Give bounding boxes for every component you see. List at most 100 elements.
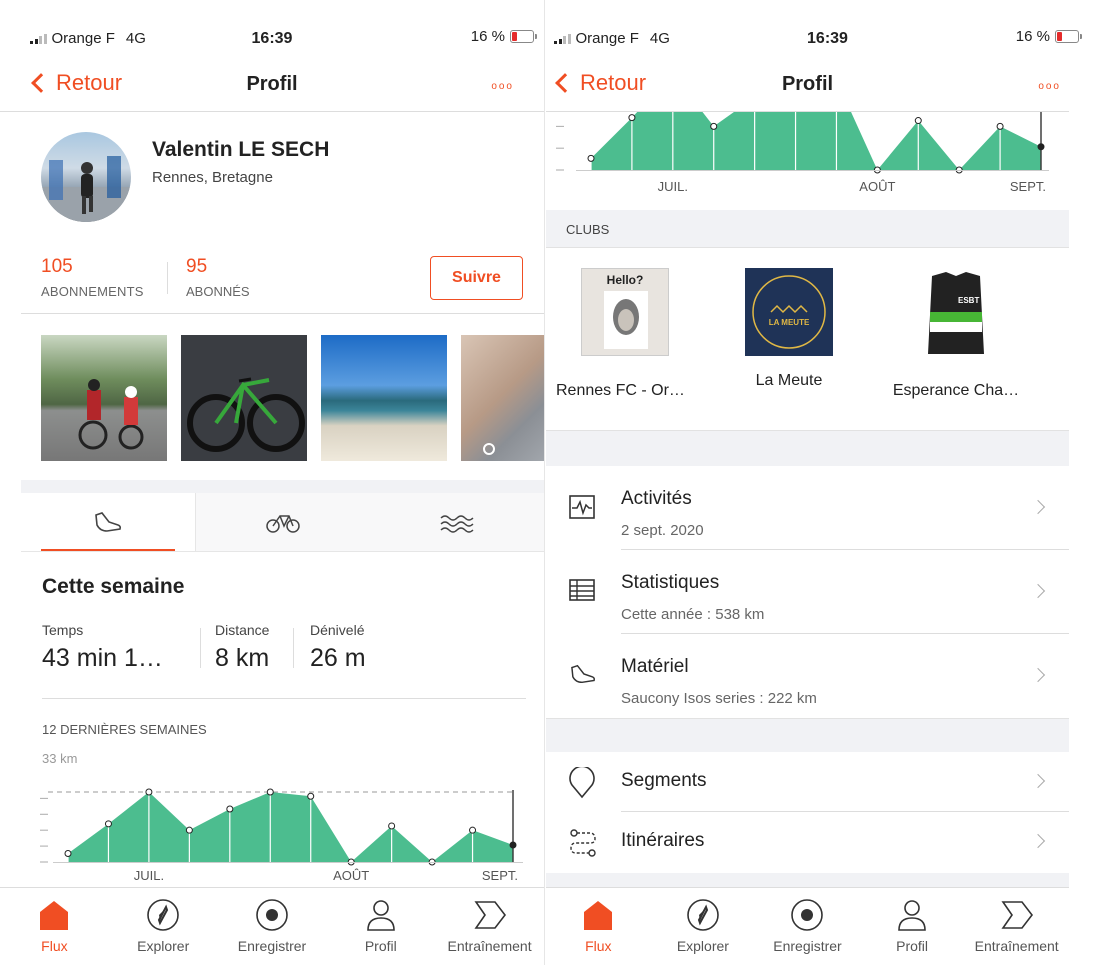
photo-collage[interactable]: [461, 335, 544, 461]
week-point[interactable]: [628, 114, 636, 122]
week-point[interactable]: [145, 788, 153, 796]
tab-enregistrer[interactable]: Enregistrer: [218, 888, 327, 965]
photo-cyclists[interactable]: [41, 335, 167, 461]
stat-time: Temps 43 min 1…: [42, 622, 163, 673]
tab-bike[interactable]: [196, 493, 370, 551]
club-logo-text: ESBT: [958, 296, 980, 305]
menu-item-statistiques[interactable]: Statistiques Cette année : 538 km: [546, 550, 1069, 634]
followers-stat[interactable]: 95 ABONNÉS: [186, 256, 250, 299]
tab-explorer[interactable]: Explorer: [109, 888, 218, 965]
chevron-right-icon: [1030, 667, 1046, 683]
battery-percent: 16 %: [1015, 28, 1050, 45]
week-point[interactable]: [388, 822, 396, 830]
nav-bar: Retour Profil ooo: [546, 56, 1069, 112]
menu-item-itinéraires[interactable]: Itinéraires: [546, 812, 1069, 872]
photo-strip[interactable]: [41, 335, 544, 461]
menu-item-title: Segments: [621, 770, 707, 791]
tab-flux[interactable]: Flux: [546, 888, 651, 965]
chevron-right-icon: [1030, 583, 1046, 599]
tab-flux[interactable]: Flux: [0, 888, 109, 965]
stat-value: 26 m: [310, 644, 366, 672]
week-point[interactable]: [104, 820, 112, 828]
tab-label: Profil: [364, 938, 397, 954]
battery-icon: [510, 30, 537, 43]
tab-enregistrer[interactable]: Enregistrer: [755, 888, 860, 965]
club-name: La Meute: [755, 372, 823, 389]
profile-name: Valentin LE SECH: [152, 138, 330, 161]
photo-beach[interactable]: [321, 335, 447, 461]
area-series: [68, 792, 513, 862]
menu-item-activités[interactable]: Activités 2 sept. 2020: [546, 466, 1069, 550]
profile-icon: [860, 898, 965, 932]
profile-menu-secondary: Segments Itinéraires: [546, 752, 1069, 872]
menu-item-segments[interactable]: Segments: [546, 752, 1069, 812]
weekly-distance-chart[interactable]: JUIL. AOÛT SEPT.: [38, 770, 528, 888]
club-item[interactable]: LA MEUTE La Meute: [724, 268, 854, 390]
avatar[interactable]: [41, 132, 131, 222]
stat-value: 43 min 1…: [42, 644, 163, 672]
tab-run[interactable]: [21, 493, 196, 551]
status-bar: Orange F 4G 16:39 16 %: [546, 0, 1109, 47]
more-button[interactable]: ooo: [1038, 81, 1061, 92]
tab-entraînement[interactable]: Entraînement: [435, 888, 544, 965]
x-tick-label: JUIL.: [134, 868, 164, 883]
tab-entraînement[interactable]: Entraînement: [964, 888, 1069, 965]
profile-location: Rennes, Bretagne: [152, 169, 273, 186]
battery-percent: 16 %: [470, 28, 505, 45]
shoe-icon: [568, 662, 598, 691]
week-point[interactable]: [226, 805, 234, 813]
follow-button[interactable]: Suivre: [430, 256, 523, 300]
tab-label: Enregistrer: [773, 938, 842, 954]
tab-swim[interactable]: [370, 493, 544, 551]
tab-label: Explorer: [676, 938, 729, 954]
week-point[interactable]: [509, 841, 517, 849]
menu-item-matériel[interactable]: Matériel Saucony Isos series : 222 km: [546, 634, 1069, 718]
club-logo-text: LA MEUTE: [768, 318, 810, 327]
week-point[interactable]: [307, 792, 315, 800]
club-logo: Hello?: [581, 268, 669, 356]
week-point[interactable]: [185, 826, 193, 834]
tab-explorer[interactable]: Explorer: [651, 888, 756, 965]
compass-icon: [109, 898, 218, 932]
menu-item-title: Itinéraires: [621, 830, 705, 851]
more-button[interactable]: ooo: [491, 81, 514, 92]
club-item[interactable]: Hello? Rennes FC - Or…: [556, 268, 716, 400]
x-tick-label: SEPT.: [482, 868, 518, 883]
following-label: ABONNEMENTS: [41, 284, 144, 299]
following-stat[interactable]: 105 ABONNEMENTS: [41, 256, 144, 299]
photo-bike[interactable]: [181, 335, 307, 461]
profile-icon: [326, 898, 435, 932]
week-point[interactable]: [1037, 143, 1045, 151]
club-logo: ESBT: [912, 268, 1000, 356]
tab-profil[interactable]: Profil: [860, 888, 965, 965]
tab-label: Profil: [896, 938, 929, 954]
weekly-distance-chart-scrolled[interactable]: JUIL. AOÛT SEPT.: [554, 112, 1049, 202]
week-point[interactable]: [469, 826, 477, 834]
club-logo: LA MEUTE: [745, 268, 833, 356]
club-item[interactable]: ESBT Esperance Cha…: [876, 268, 1036, 400]
tab-profil[interactable]: Profil: [326, 888, 435, 965]
swim-icon: [440, 515, 474, 533]
status-bar: Orange F 4G 16:39 16 %: [0, 0, 544, 47]
club-name: Rennes FC - Or…: [556, 382, 685, 399]
weeks-chart-title: 12 DERNIÈRES SEMAINES: [42, 722, 207, 737]
week-point[interactable]: [64, 850, 72, 858]
stat-label: Temps: [42, 622, 84, 638]
run-icon: [95, 512, 122, 532]
week-point[interactable]: [914, 117, 922, 125]
tab-label: Enregistrer: [237, 938, 307, 954]
week-point[interactable]: [996, 122, 1004, 130]
battery-icon: [1055, 30, 1082, 43]
week-point[interactable]: [266, 788, 274, 796]
record-icon: [755, 898, 860, 932]
followers-count: 95: [186, 256, 208, 277]
activity-icon: [568, 494, 596, 525]
followers-label: ABONNÉS: [186, 284, 250, 299]
nav-bar: Retour Profil ooo: [0, 56, 544, 112]
x-tick-label: SEPT.: [1010, 179, 1046, 194]
menu-item-subtitle: 2 sept. 2020: [621, 522, 704, 539]
chevron-right-icon: [1030, 833, 1046, 849]
menu-item-subtitle: Saucony Isos series : 222 km: [621, 690, 817, 707]
week-point[interactable]: [587, 154, 595, 162]
week-point[interactable]: [710, 122, 718, 130]
